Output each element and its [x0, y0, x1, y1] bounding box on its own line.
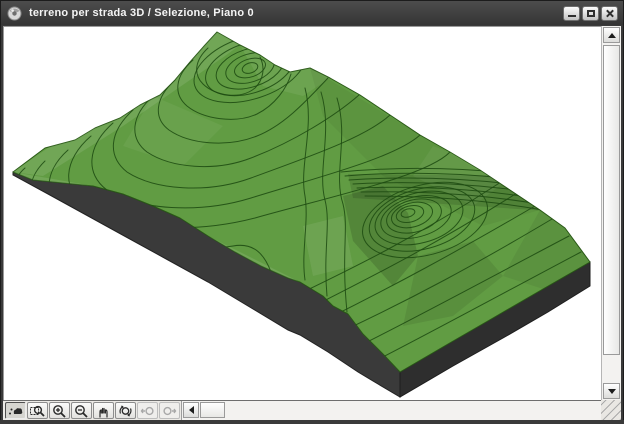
scroll-down-button[interactable]	[603, 383, 620, 399]
previous-zoom-icon	[139, 404, 156, 418]
minimize-button[interactable]	[563, 6, 580, 21]
fit-in-window-button[interactable]	[115, 402, 136, 419]
horizontal-scrollbar[interactable]	[181, 401, 621, 420]
walk-through-button[interactable]	[5, 402, 26, 419]
previous-zoom-button[interactable]	[137, 402, 158, 419]
window-controls	[563, 6, 618, 21]
terrain-model	[3, 26, 601, 400]
zoom-out-icon	[73, 404, 90, 418]
scroll-left-button[interactable]	[183, 402, 199, 418]
close-button[interactable]	[601, 6, 618, 21]
walk-through-3d-icon	[7, 404, 24, 418]
application-window: terreno per strada 3D / Selezione, Piano…	[0, 0, 624, 424]
3d-viewport[interactable]	[3, 26, 601, 400]
maximize-button[interactable]	[582, 6, 599, 21]
zoom-out-button[interactable]	[71, 402, 92, 419]
arrow-left-icon	[189, 406, 194, 414]
scroll-up-button[interactable]	[603, 27, 620, 43]
vertical-scrollbar[interactable]	[601, 26, 621, 400]
next-zoom-button[interactable]	[159, 402, 180, 419]
zoom-area-icon	[29, 404, 46, 418]
arrow-down-icon	[608, 389, 616, 394]
titlebar[interactable]: terreno per strada 3D / Selezione, Piano…	[1, 1, 623, 25]
close-icon	[605, 9, 614, 18]
zoom-in-button[interactable]	[49, 402, 70, 419]
bottom-bar	[3, 400, 621, 420]
zoom-in-icon	[51, 404, 68, 418]
resize-grip[interactable]	[601, 400, 621, 420]
maximize-icon	[587, 10, 595, 17]
window-title: terreno per strada 3D / Selezione, Piano…	[29, 7, 563, 19]
vertical-scroll-thumb[interactable]	[603, 45, 620, 355]
arrow-up-icon	[608, 33, 616, 38]
pan-hand-icon	[95, 404, 112, 418]
minimize-icon	[568, 15, 576, 17]
zoom-area-button[interactable]	[27, 402, 48, 419]
window-frame	[0, 420, 624, 424]
3d-window-icon	[7, 6, 22, 21]
pan-button[interactable]	[93, 402, 114, 419]
navigation-toolbar	[3, 401, 181, 420]
next-zoom-icon	[161, 404, 178, 418]
horizontal-scroll-thumb[interactable]	[200, 402, 225, 418]
fit-in-window-icon	[117, 404, 134, 418]
